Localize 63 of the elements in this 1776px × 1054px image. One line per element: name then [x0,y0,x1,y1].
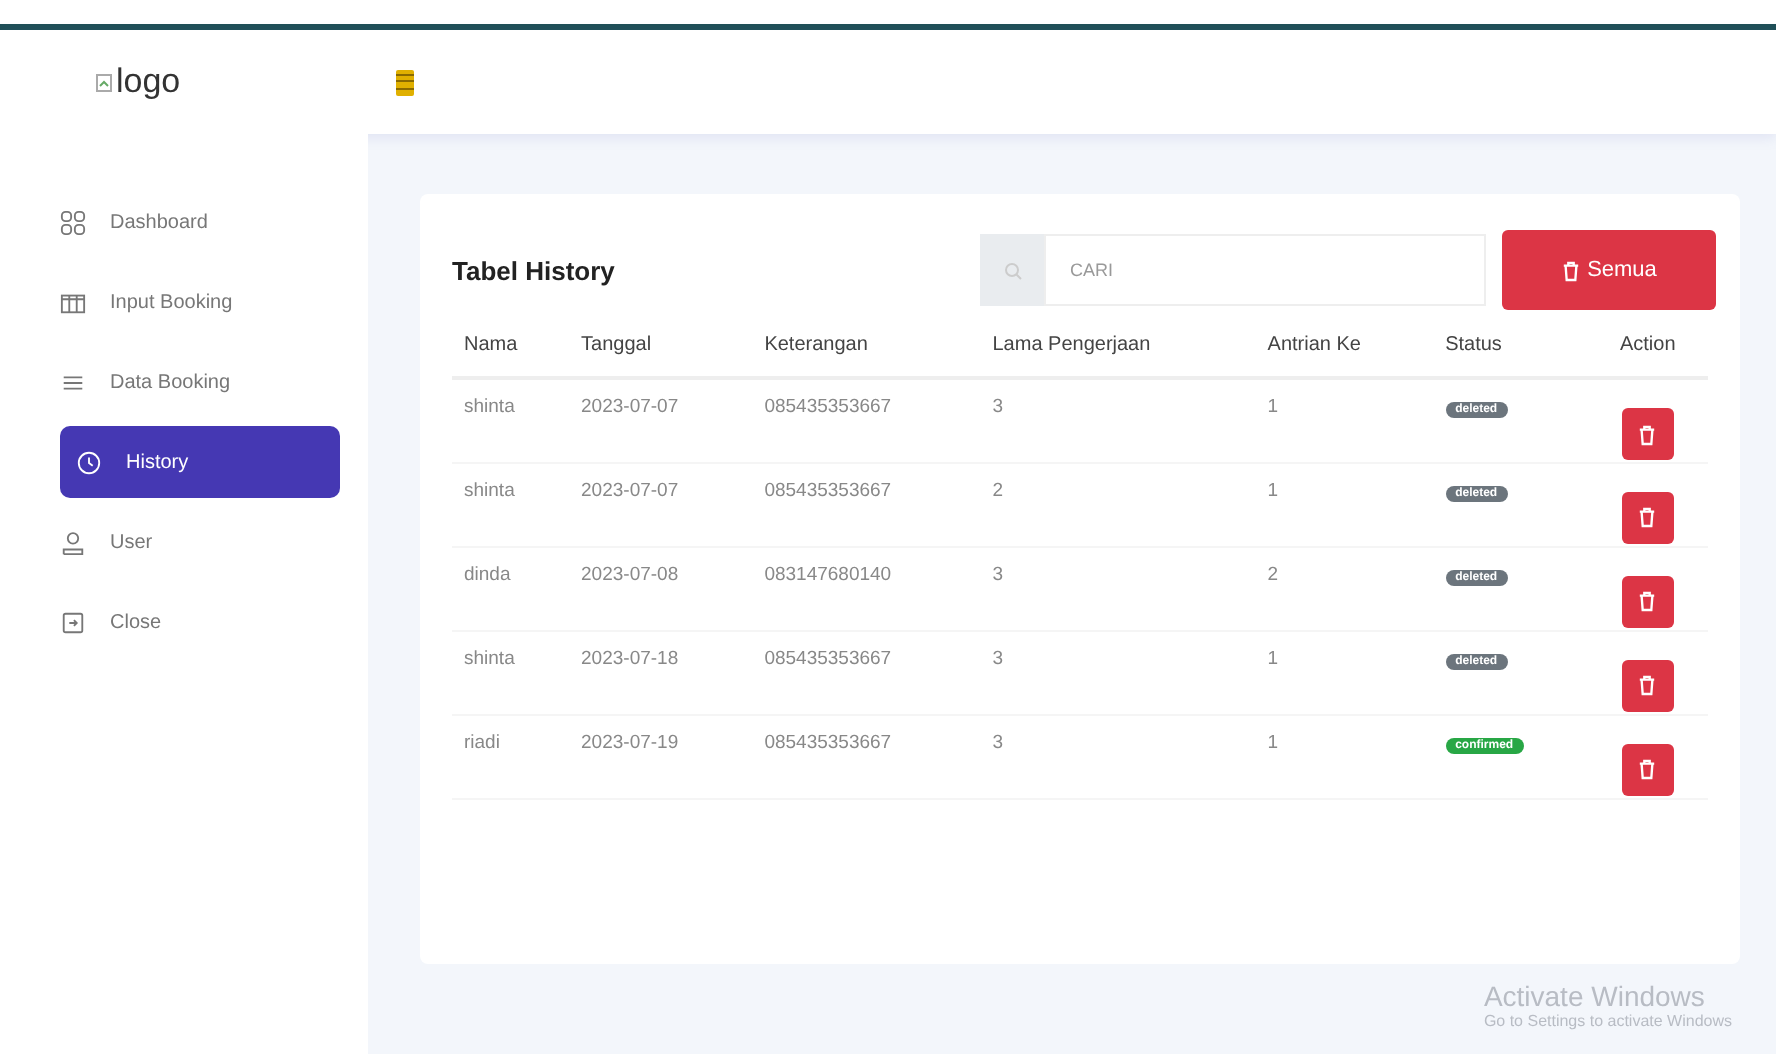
table-cell: 2023-07-07 [581,396,679,418]
clock-icon [76,449,102,475]
table-cell: shinta [464,647,515,669]
table-cell: 1 [1267,479,1279,501]
card-title: Tabel History [452,255,617,285]
column-header: Keterangan [764,334,868,356]
menu-icon[interactable] [396,69,414,95]
table-cell: 083147680140 [764,563,892,585]
column-header: Nama [464,334,518,356]
column-header: Lama Pengerjaan [992,334,1151,356]
sidebar-item[interactable]: History [60,426,340,498]
delete-button[interactable] [1621,408,1674,460]
table-cell: 1 [1267,396,1279,418]
columns-icon [60,289,86,315]
trash-icon [1638,674,1657,696]
trash-icon [1638,506,1657,528]
table-cell: riadi [464,731,500,753]
table-cell: 085435353667 [764,479,892,501]
delete-button[interactable] [1621,491,1674,543]
sidebar-item[interactable]: Dashboard [60,186,340,258]
activation-notice-text: Go to Settings to activate Windows [1483,1012,1732,1030]
table-cell: 2 [1267,563,1279,585]
table-cell: 085435353667 [764,396,892,418]
table-cell: 2 [992,479,1004,501]
trash-icon [1638,423,1657,445]
table-cell: 2023-07-19 [581,731,679,753]
delete-all-button[interactable]: Semua [1502,230,1716,310]
trash-icon [1638,758,1657,780]
table-cell: 3 [992,563,1004,585]
delete-button[interactable] [1621,575,1674,627]
broken-image-icon [96,73,112,91]
exit-icon [60,609,86,635]
table-cell: dinda [464,563,511,585]
column-header: Antrian Ke [1267,334,1361,356]
table-cell: 2023-07-07 [581,479,679,501]
column-header: Status [1445,334,1502,356]
table-cell: 1 [1267,731,1279,753]
table-cell: 3 [992,731,1004,753]
search-icon [1003,261,1021,279]
grid-icon [60,209,86,235]
delete-button[interactable] [1621,743,1674,795]
sidebar-item[interactable]: Data Booking [60,346,340,418]
table-cell: 085435353667 [764,647,892,669]
search-field[interactable]: CARI [1044,234,1486,306]
user-icon [60,529,86,555]
table-cell: 1 [1267,647,1279,669]
trash-icon [1638,590,1657,612]
sidebar-item[interactable]: User [60,506,340,578]
column-header: Action [1619,334,1676,356]
trash-icon [1561,259,1580,281]
table-cell: 085435353667 [764,731,892,753]
activation-notice-title: Activate Windows [1483,980,1707,1012]
table-cell: 2023-07-08 [581,563,679,585]
sidebar-item[interactable]: Input Booking [60,266,340,338]
delete-button[interactable] [1621,659,1674,711]
table-cell: shinta [464,479,515,501]
sidebar-item[interactable]: Close [60,586,340,658]
table-cell: 3 [992,396,1004,418]
table-cell: 3 [992,647,1004,669]
column-header: Tanggal [581,334,652,356]
table-cell: shinta [464,396,515,418]
table-cell: 2023-07-18 [581,647,679,669]
logo-alt-text: logo [116,62,181,102]
